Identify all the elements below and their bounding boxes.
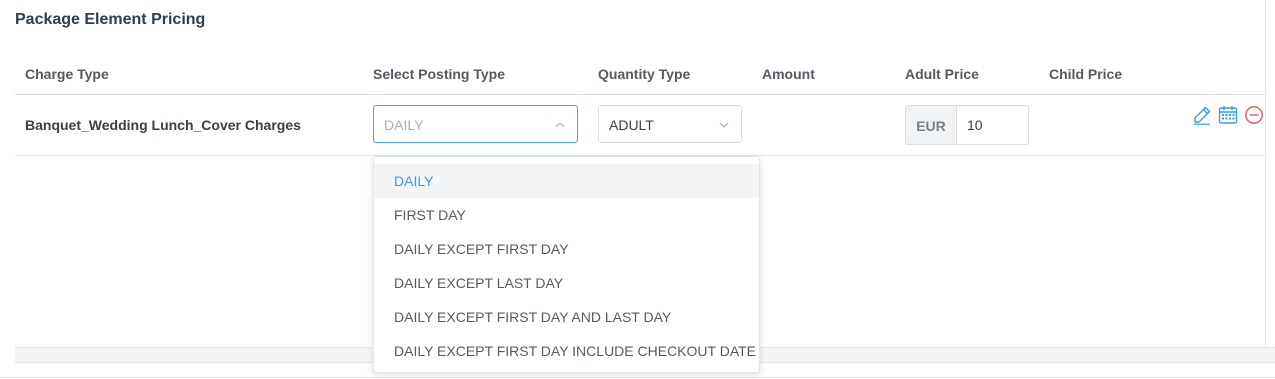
adult-price-input[interactable] [957, 106, 1027, 144]
page-divider [0, 377, 1275, 378]
calendar-icon[interactable] [1218, 105, 1238, 125]
posting-option-daily-except-first-day-include-checkout[interactable]: DAILY EXCEPT FIRST DAY INCLUDE CHECKOUT … [374, 334, 759, 368]
header-posting-type: Select Posting Type [373, 66, 505, 82]
posting-option-daily[interactable]: DAILY [374, 164, 759, 198]
header-charge-type: Charge Type [25, 66, 109, 82]
charge-type-cell: Banquet_Wedding Lunch_Cover Charges [25, 117, 301, 133]
header-child-price: Child Price [1049, 66, 1123, 82]
posting-option-first-day[interactable]: FIRST DAY [374, 198, 759, 232]
posting-type-select[interactable]: DAILY [373, 105, 578, 143]
currency-addon: EUR [906, 106, 957, 144]
minus-circle-icon[interactable] [1244, 105, 1264, 125]
adult-price-group: EUR [905, 105, 1029, 145]
pencil-icon[interactable] [1192, 105, 1212, 125]
posting-option-daily-except-last-day[interactable]: DAILY EXCEPT LAST DAY [374, 266, 759, 300]
posting-type-dropdown: DAILY FIRST DAY DAILY EXCEPT FIRST DAY D… [373, 156, 760, 373]
header-divider [15, 94, 1265, 95]
posting-type-placeholder: DAILY [384, 117, 424, 133]
header-adult-price: Adult Price [905, 66, 979, 82]
posting-option-daily-except-first-day[interactable]: DAILY EXCEPT FIRST DAY [374, 232, 759, 266]
posting-option-daily-except-first-and-last-day[interactable]: DAILY EXCEPT FIRST DAY AND LAST DAY [374, 300, 759, 334]
header-quantity-type: Quantity Type [598, 66, 691, 82]
chevron-up-icon [555, 122, 565, 128]
quantity-type-select[interactable]: ADULT [598, 105, 742, 143]
quantity-type-value: ADULT [609, 117, 654, 133]
header-amount: Amount [762, 66, 815, 82]
chevron-down-icon [719, 122, 729, 128]
section-title: Package Element Pricing [15, 11, 206, 28]
